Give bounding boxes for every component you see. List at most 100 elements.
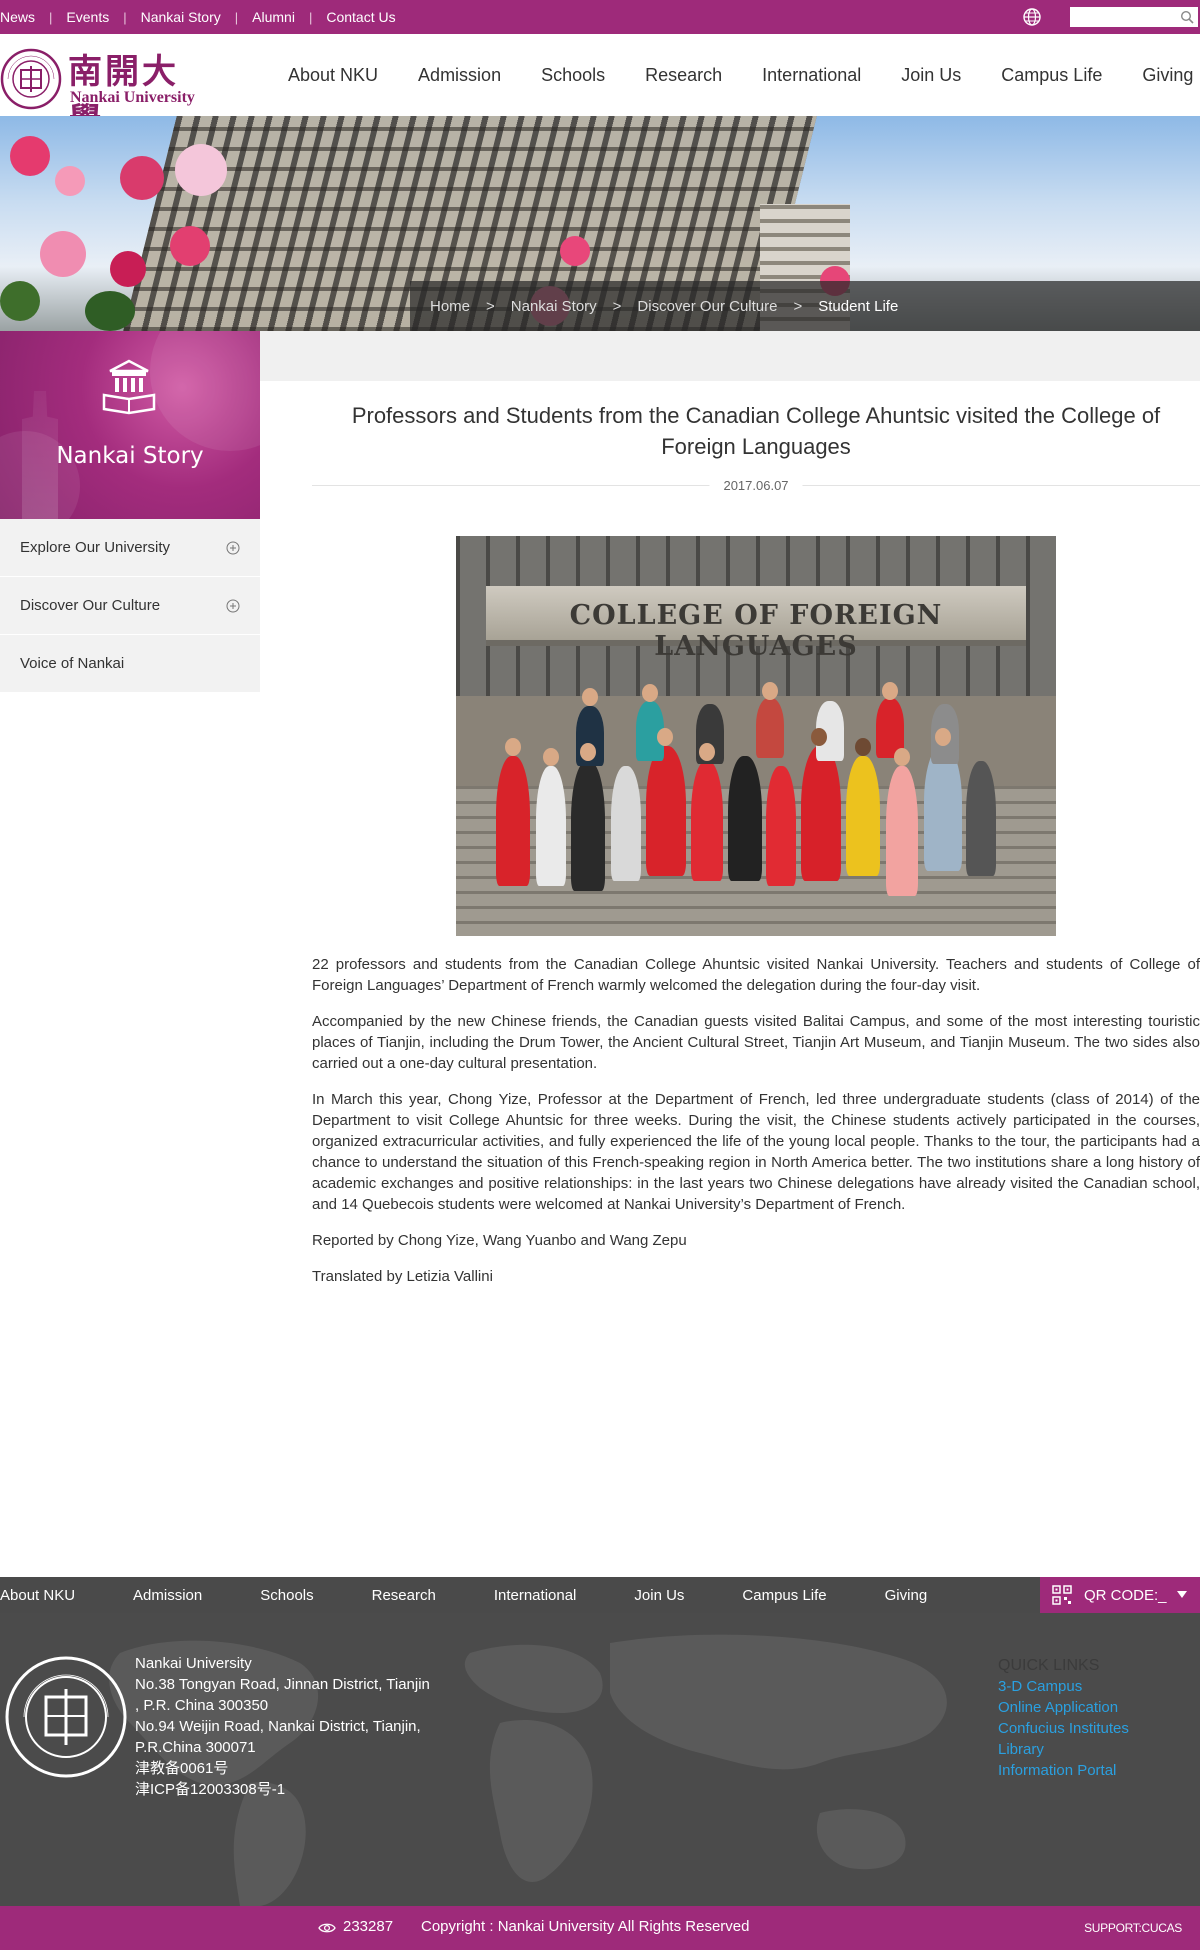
banner-flowers-image — [0, 116, 850, 331]
copyright-text: Copyright : Nankai University All Rights… — [421, 1918, 750, 1935]
article-reporter: Reported by Chong Yize, Wang Yuanbo and … — [312, 1232, 687, 1249]
sidebar-item-explore-our-university[interactable]: Explore Our University — [0, 519, 260, 577]
article-date-row: 2017.06.07 — [312, 474, 1200, 498]
article-photo: COLLEGE OF FOREIGN LANGUAGES — [456, 536, 1056, 936]
hero-banner: Home > Nankai Story > Discover Our Cultu… — [0, 116, 1200, 331]
eye-icon — [318, 1923, 336, 1933]
photo-sign: COLLEGE OF FOREIGN LANGUAGES — [486, 586, 1026, 662]
quick-link-3d-campus[interactable]: 3-D Campus — [998, 1676, 1129, 1697]
address-line: , P.R. China 300350 — [135, 1697, 269, 1714]
top-search-box — [1070, 7, 1198, 27]
top-link-separator: | — [234, 9, 239, 25]
footer-university-seal-icon — [5, 1656, 127, 1778]
top-link-alumni[interactable]: Alumni — [252, 9, 295, 25]
footer-nav-admission[interactable]: Admission — [133, 1587, 202, 1604]
breadcrumb-separator: > — [612, 297, 622, 315]
breadcrumb-separator: > — [486, 297, 495, 315]
university-logo[interactable]: 南開大學 Nankai University — [0, 42, 215, 141]
quick-link-online-application[interactable]: Online Application — [998, 1697, 1129, 1718]
quick-link-confucius-institutes[interactable]: Confucius Institutes — [998, 1718, 1129, 1739]
nav-international[interactable]: International — [762, 65, 861, 86]
top-bar: News | Events | Nankai Story | Alumni | … — [0, 0, 1200, 34]
top-link-separator: | — [49, 9, 53, 25]
address-line: P.R.China 300071 — [135, 1739, 256, 1756]
sidebar-item-voice-of-nankai[interactable]: Voice of Nankai — [0, 635, 260, 693]
article-body: 22 professors and students from the Cana… — [312, 954, 1200, 1287]
footer-nav-schools[interactable]: Schools — [260, 1587, 313, 1604]
plus-circle-icon[interactable] — [226, 541, 240, 555]
article-paragraph: 22 professors and students from the Cana… — [312, 956, 1200, 994]
footer-nav-about-nku[interactable]: About NKU — [0, 1587, 75, 1604]
content-top-strip — [260, 331, 1200, 381]
article-paragraph: In March this year, Chong Yize, Professo… — [312, 1091, 1200, 1213]
logo-english-name: Nankai University — [70, 89, 195, 106]
breadcrumb: Home > Nankai Story > Discover Our Cultu… — [410, 281, 1200, 331]
footer-main: Nankai University No.38 Tongyan Road, Ji… — [0, 1613, 1200, 1906]
nav-schools[interactable]: Schools — [541, 65, 605, 86]
sidebar-item-label: Discover Our Culture — [20, 597, 161, 614]
article-translator: Translated by Letizia Vallini — [312, 1268, 493, 1285]
search-input[interactable] — [1070, 7, 1174, 27]
photo-group — [476, 682, 1036, 906]
breadcrumb-nankai-story[interactable]: Nankai Story — [511, 298, 597, 315]
sidebar-item-label: Voice of Nankai — [20, 655, 125, 672]
plus-circle-icon[interactable] — [226, 599, 240, 613]
nav-admission[interactable]: Admission — [418, 65, 501, 86]
nav-research[interactable]: Research — [645, 65, 722, 86]
quick-links-title: QUICK LINKS — [998, 1657, 1100, 1674]
footer-nav-join-us[interactable]: Join Us — [634, 1587, 684, 1604]
copyright-bar: 233287 Copyright : Nankai University All… — [0, 1906, 1200, 1950]
sidebar-title: Nankai Story — [56, 443, 204, 469]
icp-number[interactable]: 津ICP备12003308号-1 — [135, 1779, 430, 1800]
photo-sign-text: COLLEGE OF FOREIGN LANGUAGES — [569, 600, 943, 662]
university-seal-icon — [0, 48, 62, 110]
top-links: News | Events | Nankai Story | Alumni | … — [0, 0, 396, 34]
qr-code-icon — [1052, 1585, 1072, 1605]
article: Professors and Students from the Canadia… — [312, 400, 1200, 1302]
nav-giving[interactable]: Giving — [1142, 65, 1193, 86]
top-link-contact-us[interactable]: Contact Us — [326, 9, 395, 25]
sidebar-item-label: Explore Our University — [20, 539, 171, 556]
nav-campus-life[interactable]: Campus Life — [1001, 65, 1102, 86]
breadcrumb-student-life: Student Life — [818, 297, 899, 315]
decor-bubble — [150, 331, 260, 451]
footer-nav-international[interactable]: International — [494, 1587, 577, 1604]
quick-link-library[interactable]: Library — [998, 1739, 1129, 1760]
main-nav: About NKU Admission Schools Research Int… — [288, 34, 1200, 116]
footer-nav: About NKU Admission Schools Research Int… — [0, 1577, 1200, 1613]
visit-count: 233287 — [343, 1918, 394, 1935]
nav-join-us[interactable]: Join Us — [901, 65, 961, 86]
top-link-events[interactable]: Events — [66, 9, 109, 25]
address-line: No.38 Tongyan Road, Jinnan District, Tia… — [135, 1676, 430, 1693]
search-icon[interactable] — [1180, 10, 1194, 24]
breadcrumb-discover-our-culture[interactable]: Discover Our Culture — [637, 298, 777, 315]
qr-code-label: QR CODE:_ — [1084, 1586, 1167, 1604]
qr-code-toggle[interactable]: QR CODE:_ — [1040, 1577, 1200, 1613]
footer-address: Nankai University No.38 Tongyan Road, Ji… — [135, 1653, 430, 1800]
footer-nav-giving[interactable]: Giving — [885, 1587, 928, 1604]
globe-icon[interactable] — [1022, 7, 1042, 27]
quick-link-information-portal[interactable]: Information Portal — [998, 1760, 1129, 1781]
caret-down-icon — [1176, 1591, 1187, 1598]
article-date: 2017.06.07 — [709, 478, 803, 493]
address-line: Nankai University — [135, 1655, 252, 1672]
top-link-separator: | — [123, 9, 127, 25]
top-link-nankai-story[interactable]: Nankai Story — [141, 9, 221, 25]
quick-links: QUICK LINKS 3-D Campus Online Applicatio… — [998, 1655, 1129, 1781]
footer-nav-campus-life[interactable]: Campus Life — [742, 1587, 826, 1604]
top-link-separator: | — [308, 9, 313, 25]
address-line: No.94 Weijin Road, Nankai District, Tian… — [135, 1718, 421, 1735]
article-title: Professors and Students from the Canadia… — [351, 403, 1161, 459]
top-link-news[interactable]: News — [0, 9, 35, 25]
nav-about-nku[interactable]: About NKU — [288, 65, 378, 86]
sidebar-menu: Explore Our University Discover Our Cult… — [0, 519, 260, 693]
site-header: 南開大學 Nankai University About NKU Admissi… — [0, 34, 1200, 141]
sidebar-header: Nankai Story — [0, 331, 260, 519]
support-credit[interactable]: SUPPORT:CUCAS — [1084, 1921, 1182, 1935]
article-paragraph: Accompanied by the new Chinese friends, … — [312, 1013, 1200, 1072]
sidebar-item-discover-our-culture[interactable]: Discover Our Culture — [0, 577, 260, 635]
footer-nav-research[interactable]: Research — [372, 1587, 436, 1604]
registration-number: 津教备0061号 — [135, 1760, 229, 1777]
breadcrumb-home[interactable]: Home — [430, 298, 470, 315]
breadcrumb-separator: > — [793, 297, 803, 315]
